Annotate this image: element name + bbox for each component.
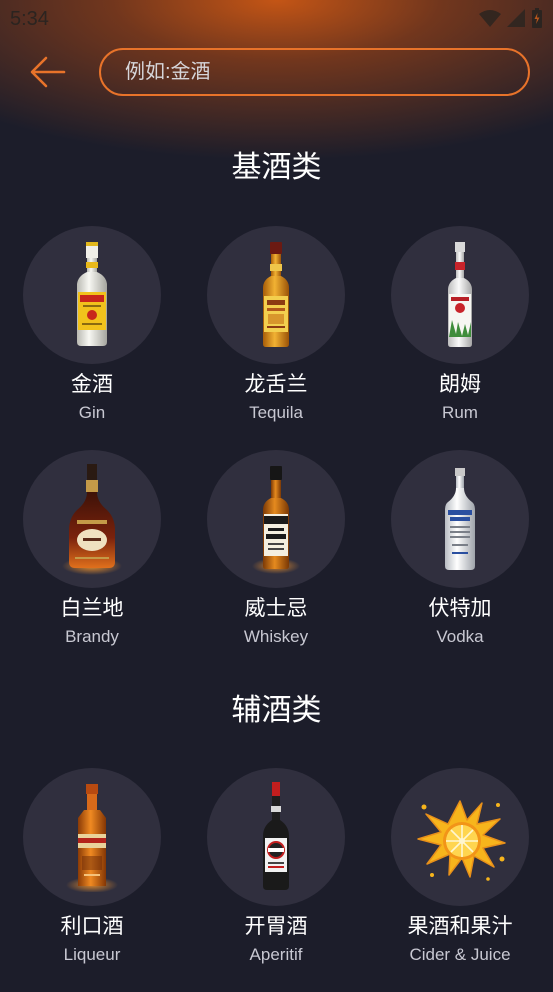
liqueur-bottle-icon: [66, 784, 118, 892]
category-item-vodka[interactable]: 伏特加 Vodka: [368, 450, 552, 674]
category-name-en: Gin: [78, 403, 106, 422]
brandy-bottle-icon: [62, 464, 122, 575]
category-name-cn: 龙舌兰: [244, 373, 308, 396]
category-name-en: Aperitif: [249, 945, 303, 964]
base-spirits-grid: 金酒 Gin 龙舌兰 Tequila 朗姆 Rum 白兰地 Brandy 威士忌…: [0, 226, 552, 674]
category-item-tequila[interactable]: 龙舌兰 Tequila: [184, 226, 368, 450]
category-name-cn: 利口酒: [60, 915, 124, 938]
category-name-cn: 威士忌: [244, 597, 308, 620]
search-input[interactable]: [99, 48, 530, 96]
gin-bottle-icon: [77, 242, 107, 346]
vodka-bottle-icon: [445, 468, 475, 570]
category-image: [23, 450, 161, 588]
category-name-cn: 伏特加: [428, 597, 492, 620]
section-title-base-spirits: 基酒类: [231, 151, 322, 184]
category-name-en: Tequila: [249, 403, 303, 422]
category-name-en: Brandy: [65, 627, 119, 646]
category-name-en: Cider & Juice: [409, 945, 511, 964]
category-name-cn: 金酒: [71, 373, 113, 396]
category-image: [391, 768, 529, 906]
category-image: [207, 226, 345, 364]
signal-icon: [507, 9, 525, 27]
category-item-brandy[interactable]: 白兰地 Brandy: [0, 450, 184, 674]
category-image: [23, 768, 161, 906]
category-item-rum[interactable]: 朗姆 Rum: [368, 226, 552, 450]
category-item-cider-juice[interactable]: 果酒和果汁 Cider & Juice: [368, 768, 552, 992]
category-name-en: Liqueur: [63, 945, 121, 964]
tequila-bottle-icon: [263, 242, 289, 347]
category-name-en: Vodka: [436, 627, 484, 646]
whiskey-bottle-icon: [252, 466, 300, 574]
status-icons: [479, 8, 543, 28]
back-arrow-icon: [30, 56, 66, 88]
category-name-en: Rum: [442, 403, 478, 422]
section-title-mixers: 辅酒类: [231, 694, 322, 727]
category-image: [207, 768, 345, 906]
juice-splash-icon: [417, 800, 506, 881]
battery-icon: [532, 8, 542, 28]
status-bar: 5:34: [0, 0, 553, 38]
category-name-cn: 白兰地: [60, 597, 124, 620]
category-item-aperitif[interactable]: 开胃酒 Aperitif: [184, 768, 368, 992]
mixers-grid: 利口酒 Liqueur 开胃酒 Aperitif 果酒和果汁 Cider & J…: [0, 768, 552, 992]
category-image: [391, 226, 529, 364]
category-item-whiskey[interactable]: 威士忌 Whiskey: [184, 450, 368, 674]
category-name-cn: 果酒和果汁: [407, 915, 513, 938]
category-image: [207, 450, 345, 588]
category-image: [23, 226, 161, 364]
category-image: [391, 450, 529, 588]
wifi-icon: [479, 10, 501, 27]
aperitif-bottle-icon: [263, 782, 289, 890]
category-name-cn: 开胃酒: [244, 915, 308, 938]
back-button[interactable]: [26, 52, 70, 92]
category-item-gin[interactable]: 金酒 Gin: [0, 226, 184, 450]
category-name-cn: 朗姆: [439, 373, 481, 396]
category-item-liqueur[interactable]: 利口酒 Liqueur: [0, 768, 184, 992]
status-time: 5:34: [10, 8, 49, 30]
category-name-en: Whiskey: [243, 627, 309, 646]
rum-bottle-icon: [448, 242, 472, 347]
